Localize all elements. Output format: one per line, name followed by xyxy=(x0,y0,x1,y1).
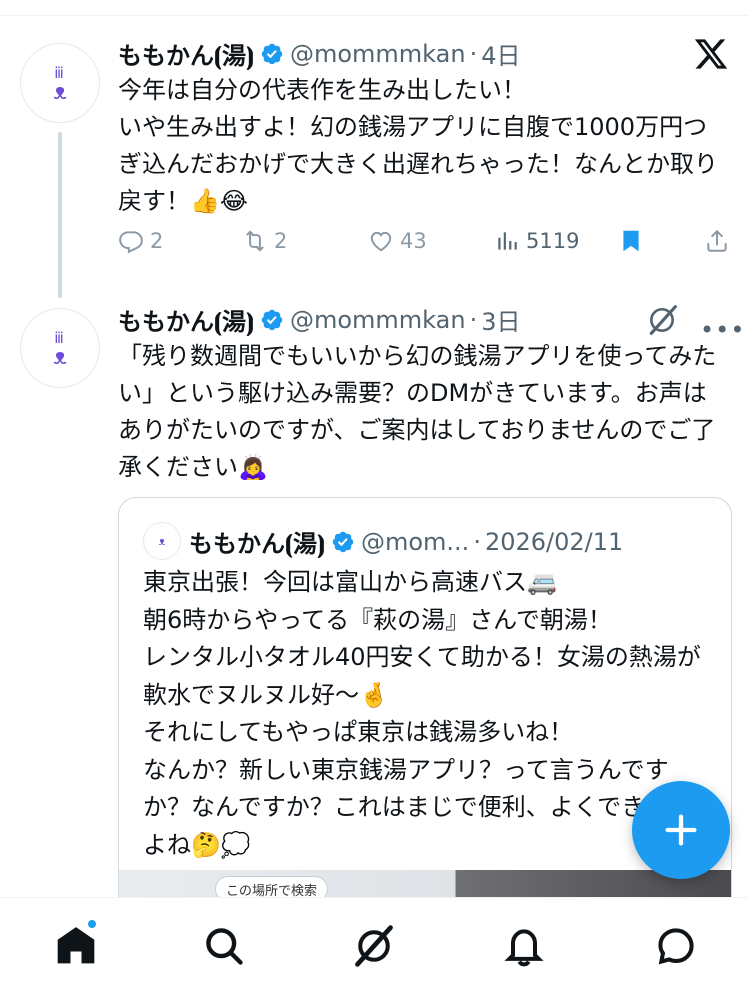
plus-icon xyxy=(665,814,697,846)
thread-line xyxy=(58,132,62,298)
nav-grok[interactable] xyxy=(350,922,398,970)
reply-count: 2 xyxy=(150,229,164,253)
tweet-text: 「残り数週間でもいいから幻の銭湯アプリを使ってみたい」という駆け込み需要？のDM… xyxy=(118,342,717,481)
bookmark-filled-icon xyxy=(623,230,639,252)
like-button[interactable]: 43 xyxy=(368,228,427,254)
bell-icon xyxy=(504,929,544,967)
repost-count: 2 xyxy=(274,229,288,253)
quote-header: ももかん⦗湯⦘ @mom... · 2026/02/11 xyxy=(189,524,623,559)
handle[interactable]: @mommmkan xyxy=(290,40,466,68)
separator: · xyxy=(469,305,478,334)
home-unread-dot xyxy=(86,918,98,930)
views-count: 5119 xyxy=(526,229,580,253)
search-icon xyxy=(206,928,243,965)
x-logo-icon[interactable] xyxy=(692,36,730,72)
repost-icon xyxy=(246,230,264,252)
views-chart-icon xyxy=(498,232,517,250)
separator: · xyxy=(473,527,481,556)
avatar-logo-icon: ⅲᴥ xyxy=(53,329,67,370)
reply-icon xyxy=(119,231,143,254)
like-count: 43 xyxy=(400,229,427,253)
grok-icon[interactable] xyxy=(646,304,678,336)
quote-handle: @mom... xyxy=(360,527,470,556)
top-divider xyxy=(0,15,749,16)
bottom-nav xyxy=(0,897,749,995)
nav-search[interactable] xyxy=(200,922,248,970)
tweet-header: ももかん⦗湯⦘ @mommmkan · 3日 xyxy=(118,302,521,337)
tweet-text: 今年は自分の代表作を生み出したい！ いや生み出すよ！幻の銭湯アプリに自腹で100… xyxy=(118,76,718,215)
display-name[interactable]: ももかん⦗湯⦘ xyxy=(118,302,254,337)
nav-notifications[interactable] xyxy=(500,922,548,970)
handle[interactable]: @mommmkan xyxy=(290,306,466,334)
nav-messages[interactable] xyxy=(652,922,700,970)
separator: · xyxy=(469,39,478,68)
verified-badge-icon xyxy=(261,43,283,64)
quote-display-name: ももかん⦗湯⦘ xyxy=(189,530,325,558)
timestamp[interactable]: 3日 xyxy=(481,302,520,337)
reply-button[interactable]: 2 xyxy=(118,228,163,254)
avatar-logo-icon: ⅲᴥ xyxy=(53,64,67,105)
heart-icon xyxy=(370,231,392,252)
bookmark-button[interactable] xyxy=(618,228,650,254)
grok-icon xyxy=(355,925,393,967)
verified-badge-icon xyxy=(261,309,283,330)
share-button[interactable] xyxy=(704,228,736,254)
quote-text: 東京出張！今回は富山から高速バス🚐 朝6時からやってる『萩の湯』さんで朝湯！ レ… xyxy=(143,568,701,859)
compose-button[interactable] xyxy=(632,781,730,879)
messages-icon xyxy=(658,928,694,965)
share-icon xyxy=(707,229,727,252)
quote-avatar: ᴥ xyxy=(143,522,181,560)
display-name[interactable]: ももかん⦗湯⦘ xyxy=(118,36,254,71)
home-icon xyxy=(57,927,95,964)
avatar[interactable]: ⅲᴥ xyxy=(20,43,100,123)
timestamp[interactable]: 4日 xyxy=(481,36,520,71)
avatar[interactable]: ⅲᴥ xyxy=(20,308,100,388)
tweet-header: ももかん⦗湯⦘ @mommmkan · 4日 xyxy=(118,36,521,71)
repost-button[interactable]: 2 xyxy=(242,228,287,254)
quote-date: 2026/02/11 xyxy=(484,527,624,556)
views-button[interactable]: 5119 xyxy=(494,228,579,254)
verified-badge-icon xyxy=(332,531,354,552)
action-bar: 2 2 43 5119 xyxy=(118,228,730,268)
